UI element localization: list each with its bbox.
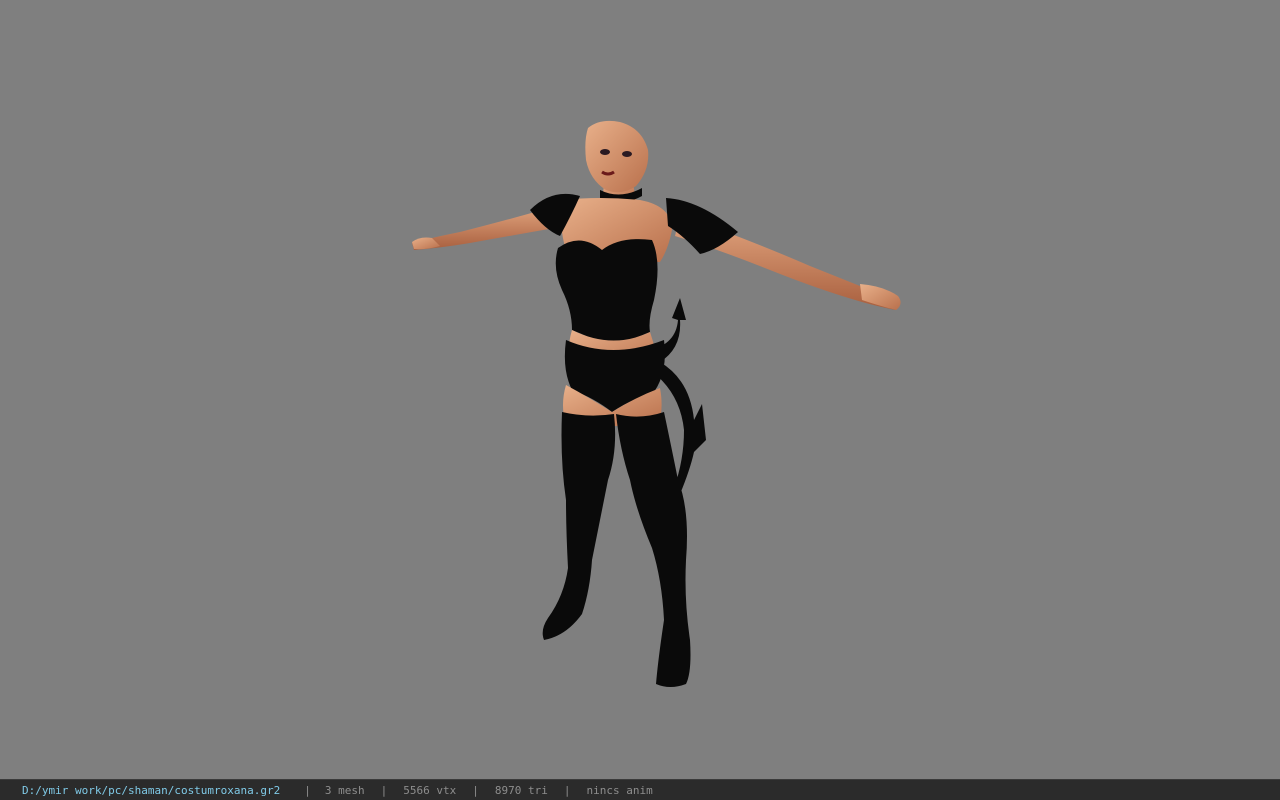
- triangle-count: 8970 tri: [494, 783, 548, 797]
- right-boot: [616, 412, 691, 687]
- vertex-count: 5566 vtx: [403, 783, 457, 797]
- head: [585, 120, 649, 193]
- status-separator: |: [380, 783, 388, 797]
- 3d-viewport[interactable]: [0, 0, 1280, 779]
- status-separator: |: [304, 783, 311, 797]
- status-separator: |: [563, 783, 571, 797]
- animation-status: nincs anim: [586, 783, 653, 797]
- status-separator: |: [472, 783, 479, 797]
- mesh-count: 3 mesh: [324, 783, 365, 797]
- file-path: D:/ymir work/pc/shaman/costumroxana.gr2: [22, 783, 281, 797]
- left-boot: [542, 412, 616, 640]
- corset: [555, 239, 658, 348]
- character-model: [412, 120, 901, 687]
- status-bar: D:/ymir work/pc/shaman/costumroxana.gr2 …: [0, 779, 1280, 800]
